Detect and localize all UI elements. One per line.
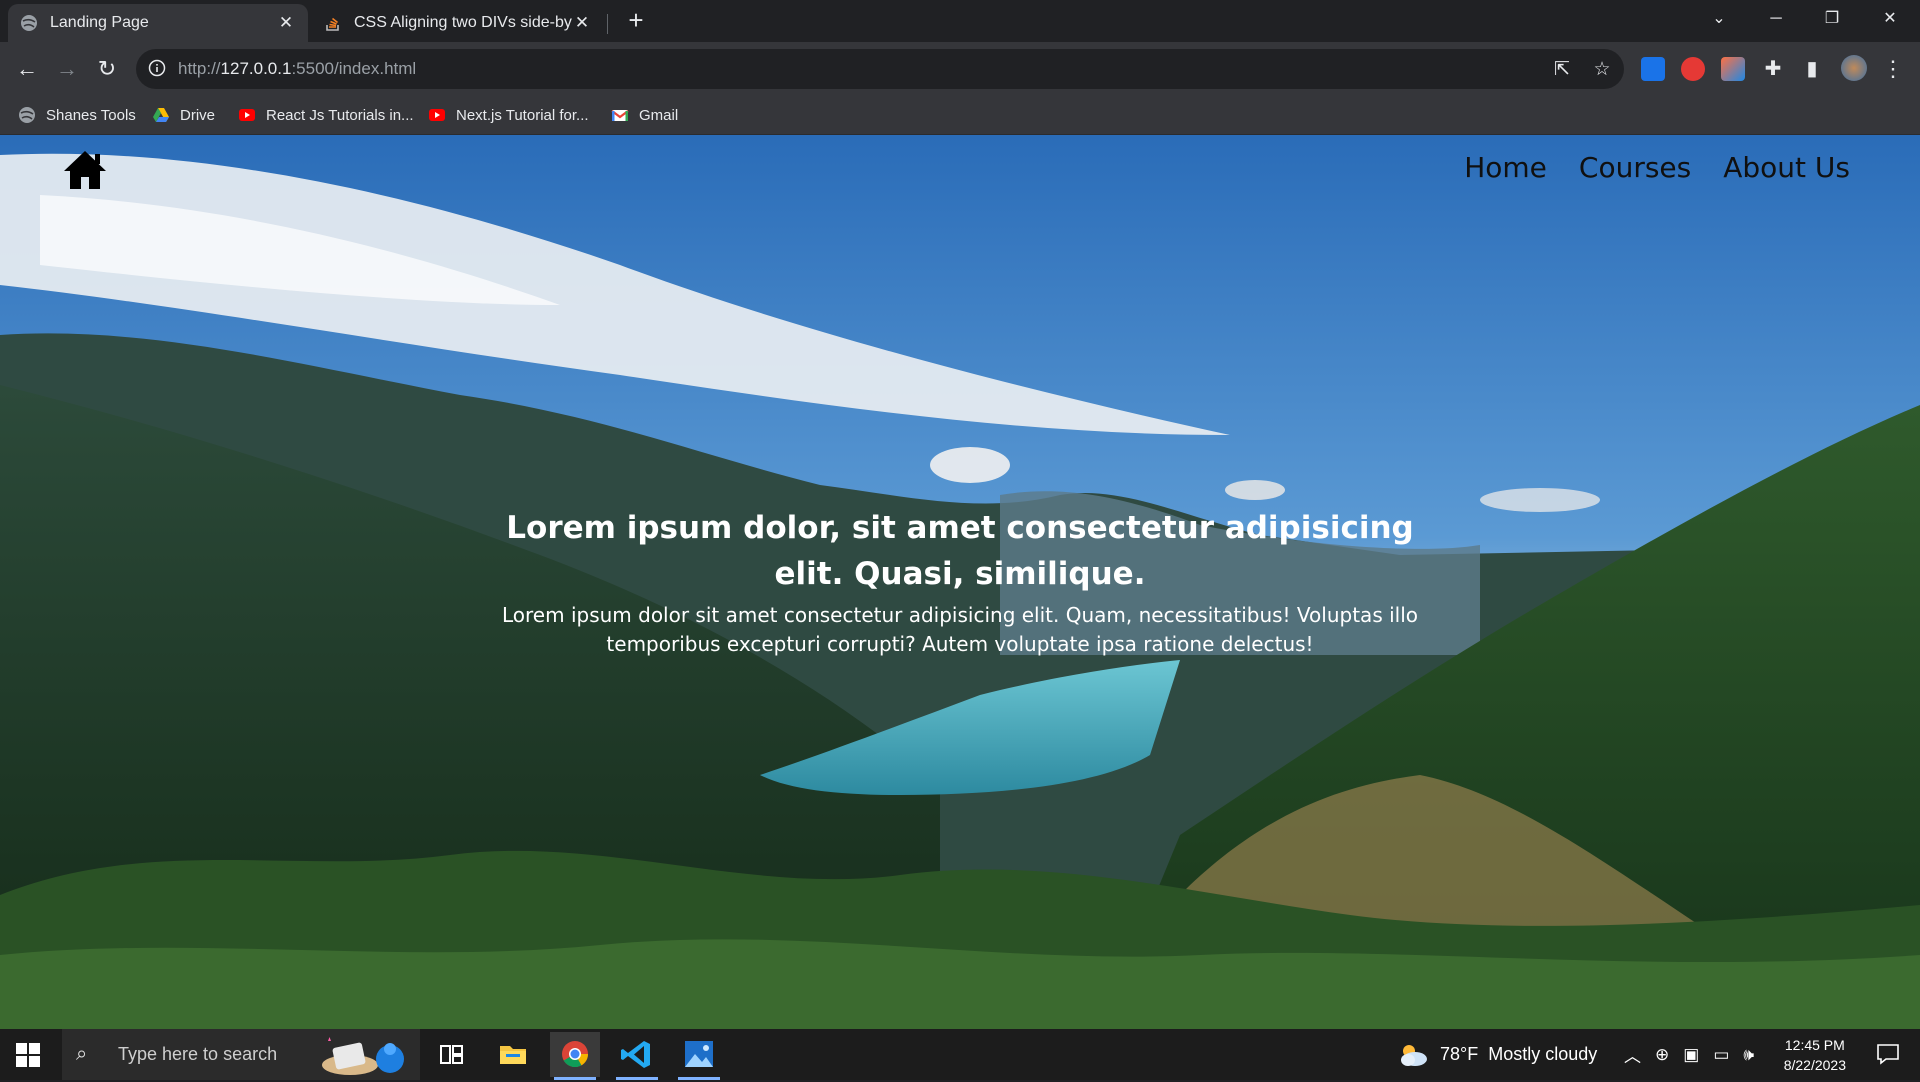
page-nav: Home Courses About Us <box>1464 151 1850 184</box>
chrome-icon[interactable] <box>550 1032 600 1080</box>
bookmark-gmail[interactable]: Gmail <box>611 104 678 126</box>
bookmark-drive[interactable]: Drive <box>152 104 215 126</box>
minimize-button[interactable]: ─ <box>1748 0 1804 38</box>
bookmark-react-tutorials[interactable]: React Js Tutorials in... <box>238 104 414 126</box>
close-tab-icon[interactable]: ✕ <box>572 13 592 33</box>
back-button[interactable]: ← <box>12 54 42 84</box>
photos-icon[interactable] <box>674 1032 724 1080</box>
tab-title: CSS Aligning two DIVs side-by-si <box>354 14 572 31</box>
profile-avatar[interactable] <box>1841 55 1867 81</box>
bookmarks-bar: Shanes Tools Drive React Js Tutorials in… <box>0 96 1920 135</box>
taskbar: ⌕ Type here to search 78°F Mostly cloudy… <box>0 1029 1920 1080</box>
notification-center-icon[interactable] <box>1876 1043 1900 1065</box>
gmail-icon <box>611 110 629 121</box>
nav-link-about-us[interactable]: About Us <box>1723 151 1850 184</box>
share-icon[interactable]: ⇱ <box>1550 58 1574 82</box>
url-text: http://127.0.0.1:5500/index.html <box>178 59 417 78</box>
cloudy-weather-icon <box>1401 1044 1427 1066</box>
page-viewport: Home Courses About Us Lorem ipsum dolor,… <box>0 135 1920 1029</box>
hero-title: Lorem ipsum dolor, sit amet consectetur … <box>506 510 1414 592</box>
tab-title: Landing Page <box>50 14 149 31</box>
youtube-icon <box>239 109 255 121</box>
search-icon: ⌕ <box>76 1043 88 1065</box>
bookmark-label: Drive <box>180 106 216 124</box>
windows-start-icon[interactable] <box>16 1043 40 1067</box>
nav-link-courses[interactable]: Courses <box>1579 151 1691 184</box>
clock-time: 12:45 PM <box>1784 1037 1845 1053</box>
nav-link-home[interactable]: Home <box>1464 151 1547 184</box>
forward-button[interactable]: → <box>52 54 82 84</box>
extension-icon[interactable] <box>1721 57 1745 81</box>
bookmark-star-icon[interactable]: ☆ <box>1590 58 1614 82</box>
system-tray: ︿ ⊕ ▣ ▭ 🕪 <box>1624 1029 1754 1080</box>
youtube-icon <box>429 109 445 121</box>
file-explorer-icon[interactable] <box>488 1032 538 1077</box>
new-tab-button[interactable]: + <box>622 6 650 34</box>
weather-desc: Mostly cloudy <box>1488 1044 1598 1064</box>
clock-date: 8/22/2023 <box>1783 1057 1846 1073</box>
taskbar-clock[interactable]: 12:45 PM 8/22/2023 <box>1784 1035 1846 1075</box>
bookmark-label: Next.js Tutorial for... <box>456 106 589 124</box>
stackoverflow-icon <box>324 14 342 32</box>
volume-icon[interactable]: 🕪 <box>1743 1045 1754 1065</box>
search-placeholder: Type here to search <box>118 1044 278 1064</box>
vscode-icon[interactable] <box>612 1032 662 1080</box>
reload-button[interactable]: ↻ <box>92 54 122 84</box>
menu-kebab-icon[interactable]: ⋮ <box>1878 54 1908 84</box>
tab-search-icon[interactable]: ⌄ <box>1691 0 1747 38</box>
tab-landing-page[interactable]: Landing Page ✕ <box>8 4 308 42</box>
task-view-icon[interactable] <box>426 1032 476 1077</box>
extension-translate-icon[interactable] <box>1641 57 1665 81</box>
network-globe-icon[interactable]: ⊕ <box>1655 1045 1669 1065</box>
side-panel-icon[interactable]: ▮ <box>1797 54 1827 84</box>
taskbar-search-box[interactable]: ⌕ Type here to search <box>62 1029 420 1080</box>
bookmark-label: Gmail <box>639 106 679 124</box>
extension-adblock-icon[interactable] <box>1681 57 1705 81</box>
browser-toolbar: ← → ↻ http://127.0.0.1:5500/index.html ⇱… <box>0 42 1920 96</box>
restore-button[interactable]: ❐ <box>1804 0 1860 38</box>
google-drive-icon <box>153 108 169 122</box>
bookmark-nextjs-tutorial[interactable]: Next.js Tutorial for... <box>428 104 589 126</box>
hero-text: Lorem ipsum dolor sit amet consectetur a… <box>501 603 1418 656</box>
meet-now-icon[interactable]: ▣ <box>1683 1045 1699 1065</box>
tab-css-aligning[interactable]: CSS Aligning two DIVs side-by-si ✕ <box>312 4 604 42</box>
globe-icon <box>20 14 38 32</box>
hero-section: Lorem ipsum dolor, sit amet consectetur … <box>480 505 1440 659</box>
info-icon[interactable] <box>148 59 166 77</box>
close-tab-icon[interactable]: ✕ <box>276 13 296 33</box>
weather-temp: 78°F <box>1440 1044 1479 1064</box>
bookmark-shanes-tools[interactable]: Shanes Tools <box>18 104 136 126</box>
tab-divider <box>607 14 608 34</box>
bookmark-label: Shanes Tools <box>46 106 136 124</box>
close-window-button[interactable]: ✕ <box>1862 0 1918 38</box>
home-icon[interactable] <box>62 149 108 191</box>
extensions-puzzle-icon[interactable]: ✚ <box>1758 54 1788 84</box>
show-hidden-icons-chevron-icon[interactable]: ︿ <box>1624 1042 1641 1067</box>
tab-strip: Landing Page ✕ CSS Aligning two DIVs sid… <box>0 0 1920 42</box>
address-bar[interactable]: http://127.0.0.1:5500/index.html ⇱ ☆ <box>136 49 1624 89</box>
search-highlight-illustration <box>320 1033 416 1077</box>
weather-widget[interactable]: 78°F Mostly cloudy <box>1396 1029 1597 1080</box>
battery-icon[interactable]: ▭ <box>1713 1045 1729 1065</box>
bookmark-label: React Js Tutorials in... <box>266 106 414 124</box>
globe-icon <box>19 107 35 123</box>
